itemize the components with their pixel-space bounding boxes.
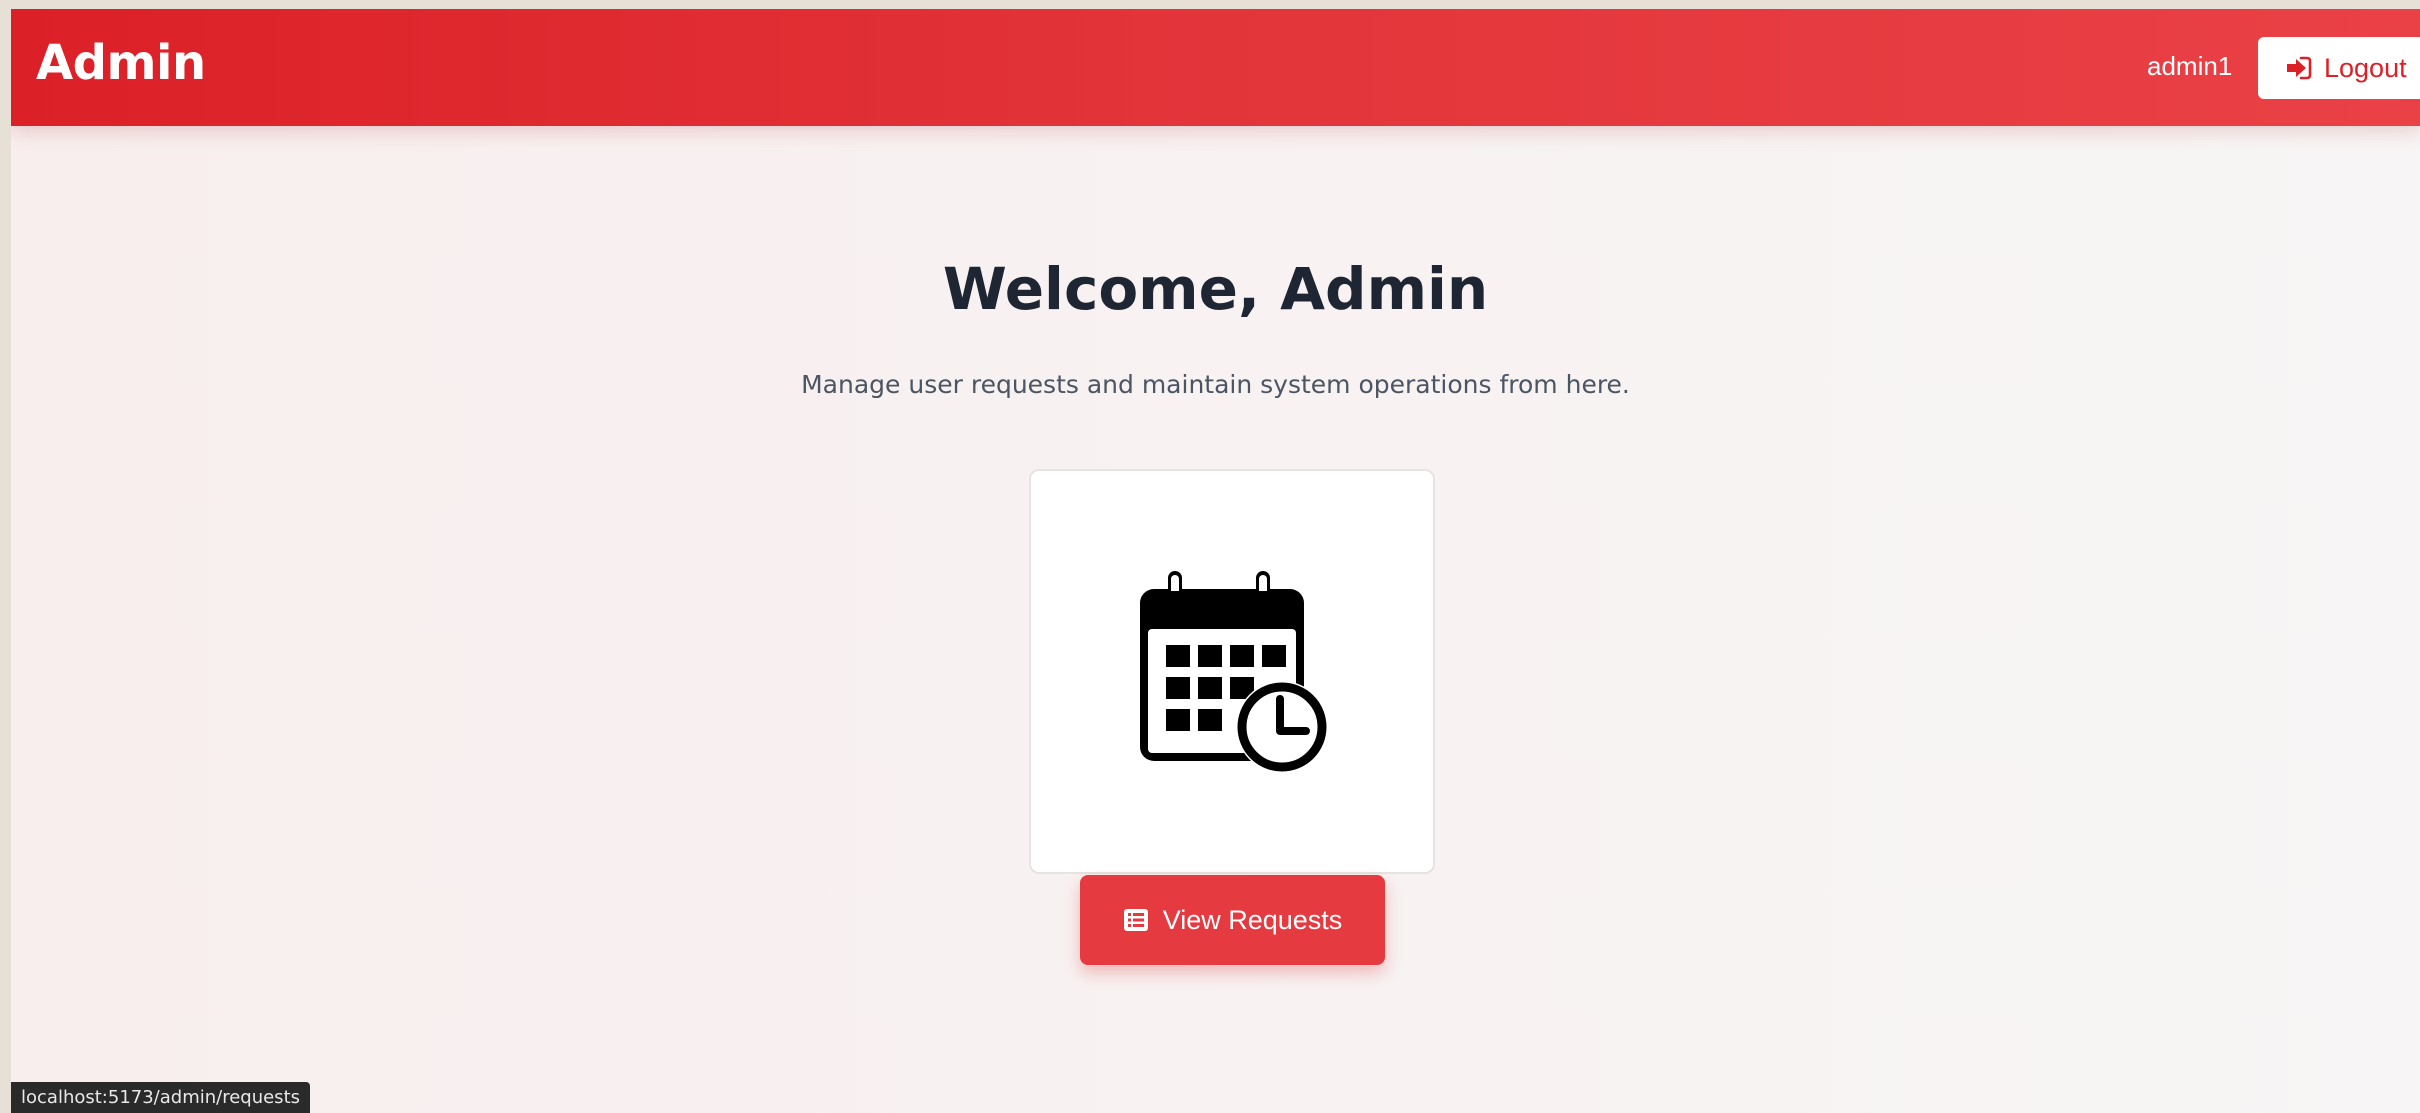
logout-button[interactable]: Logout — [2258, 37, 2420, 99]
calendar-clock-icon — [1140, 570, 1328, 773]
top-navbar: Admin admin1 Logout — [11, 9, 2420, 126]
browser-viewport: Admin admin1 Logout Welcome, Admin Manag… — [11, 9, 2420, 1113]
status-bar-url: localhost:5173/admin/requests — [11, 1082, 310, 1113]
view-requests-label: View Requests — [1162, 904, 1343, 935]
requests-card[interactable] — [1029, 469, 1435, 874]
page-subtitle: Manage user requests and maintain system… — [801, 370, 1630, 399]
sign-in-icon — [2287, 56, 2312, 80]
list-icon — [1123, 909, 1148, 931]
brand-title: Admin — [36, 35, 206, 91]
view-requests-button[interactable]: View Requests — [1080, 875, 1385, 965]
current-username: admin1 — [2147, 51, 2233, 81]
logout-label: Logout — [2324, 52, 2407, 83]
page-title: Welcome, Admin — [942, 255, 1489, 323]
